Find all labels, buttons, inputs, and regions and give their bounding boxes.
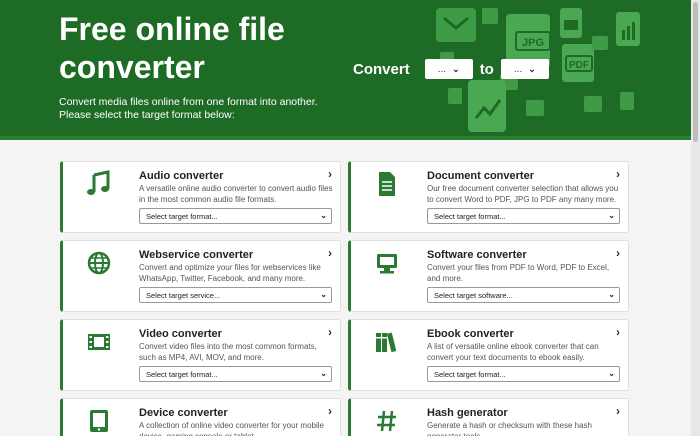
chevron-down-icon: ⌄ — [608, 211, 615, 220]
dropdown-value: Select target format... — [434, 211, 506, 221]
jpg-label: JPG — [522, 37, 544, 49]
page-scrollbar[interactable] — [691, 0, 700, 436]
card-software-converter[interactable]: Software converter › Convert your files … — [348, 240, 629, 312]
dropdown-value: Select target format... — [146, 211, 218, 221]
target-format-dropdown[interactable]: Select target format... ⌄ — [139, 208, 332, 224]
target-format-select[interactable]: ... ⌄ — [500, 59, 549, 79]
chevron-down-icon: ⌄ — [452, 63, 460, 74]
chevron-right-icon[interactable]: › — [616, 404, 620, 418]
books-icon — [376, 332, 397, 353]
chevron-right-icon[interactable]: › — [616, 167, 620, 181]
chevron-right-icon[interactable]: › — [328, 404, 332, 418]
scrollbar-thumb[interactable] — [693, 2, 698, 142]
hero-subtitle: Convert media files online from one form… — [59, 96, 318, 121]
dropdown-value: Select target software... — [434, 290, 513, 300]
chevron-right-icon[interactable]: › — [616, 325, 620, 339]
target-format-dropdown[interactable]: Select target format... ⌄ — [139, 366, 332, 382]
card-video-converter[interactable]: Video converter › Convert video files in… — [60, 319, 341, 391]
card-title[interactable]: Device converter — [139, 407, 228, 419]
card-audio-converter[interactable]: Audio converter › A versatile online aud… — [60, 161, 341, 233]
card-title[interactable]: Webservice converter — [139, 249, 253, 261]
card-title[interactable]: Video converter — [139, 328, 222, 340]
dropdown-value: Select target format... — [146, 369, 218, 379]
source-format-select[interactable]: ... ⌄ — [424, 59, 473, 79]
quick-convert-bar: Convert ... ⌄ to ... ⌄ — [353, 58, 549, 80]
page-title: Free online file converter — [59, 11, 285, 85]
card-device-converter[interactable]: Device converter › A collection of onlin… — [60, 398, 341, 436]
card-description: A list of versatile online ebook convert… — [427, 342, 599, 362]
convert-label: Convert — [353, 60, 410, 78]
card-description: Convert video files into the most common… — [139, 342, 317, 362]
chevron-down-icon: ⌄ — [320, 211, 327, 220]
card-description: A versatile online audio converter to co… — [139, 184, 333, 204]
card-description: Generate a hash or checksum with these h… — [427, 421, 592, 436]
chevron-down-icon: ⌄ — [608, 290, 615, 299]
chevron-right-icon[interactable]: › — [616, 246, 620, 260]
card-title[interactable]: Audio converter — [139, 170, 223, 182]
pdf-label: PDF — [569, 60, 589, 71]
music-note-icon — [87, 170, 110, 195]
card-description: A collection of online video converter f… — [139, 421, 324, 436]
card-document-converter[interactable]: Document converter › Our free document c… — [348, 161, 629, 233]
card-description: Convert your files from PDF to Word, PDF… — [427, 263, 610, 283]
card-title[interactable]: Software converter — [427, 249, 527, 261]
card-title[interactable]: Hash generator — [427, 407, 508, 419]
globe-icon — [87, 251, 111, 275]
chevron-down-icon: ⌄ — [320, 290, 327, 299]
card-description: Convert and optimize your files for webs… — [139, 263, 321, 283]
target-format-dropdown[interactable]: Select target format... ⌄ — [427, 366, 620, 382]
tablet-icon — [90, 410, 108, 432]
chevron-down-icon: ⌄ — [608, 369, 615, 378]
chevron-right-icon[interactable]: › — [328, 325, 332, 339]
card-ebook-converter[interactable]: Ebook converter › A list of versatile on… — [348, 319, 629, 391]
chevron-down-icon: ⌄ — [320, 369, 327, 378]
card-description: Our free document converter selection th… — [427, 184, 619, 204]
film-icon — [88, 334, 110, 350]
target-software-dropdown[interactable]: Select target software... ⌄ — [427, 287, 620, 303]
hash-icon — [377, 410, 396, 432]
card-hash-generator[interactable]: Hash generator › Generate a hash or chec… — [348, 398, 629, 436]
source-format-value: ... — [437, 63, 447, 75]
to-label: to — [479, 60, 494, 78]
target-format-value: ... — [513, 63, 523, 75]
chevron-down-icon: ⌄ — [528, 63, 536, 74]
dropdown-value: Select target format... — [434, 369, 506, 379]
hero-banner: JPG PDF Free online file converter Conve… — [0, 0, 700, 140]
target-service-dropdown[interactable]: Select target service... ⌄ — [139, 287, 332, 303]
hero-divider — [0, 136, 700, 140]
card-title[interactable]: Ebook converter — [427, 328, 514, 340]
document-icon — [379, 172, 395, 196]
target-format-dropdown[interactable]: Select target format... ⌄ — [427, 208, 620, 224]
chevron-right-icon[interactable]: › — [328, 246, 332, 260]
card-webservice-converter[interactable]: Webservice converter › Convert and optim… — [60, 240, 341, 312]
card-title[interactable]: Document converter — [427, 170, 534, 182]
dropdown-value: Select target service... — [146, 290, 221, 300]
monitor-icon — [377, 254, 397, 274]
chevron-right-icon[interactable]: › — [328, 167, 332, 181]
